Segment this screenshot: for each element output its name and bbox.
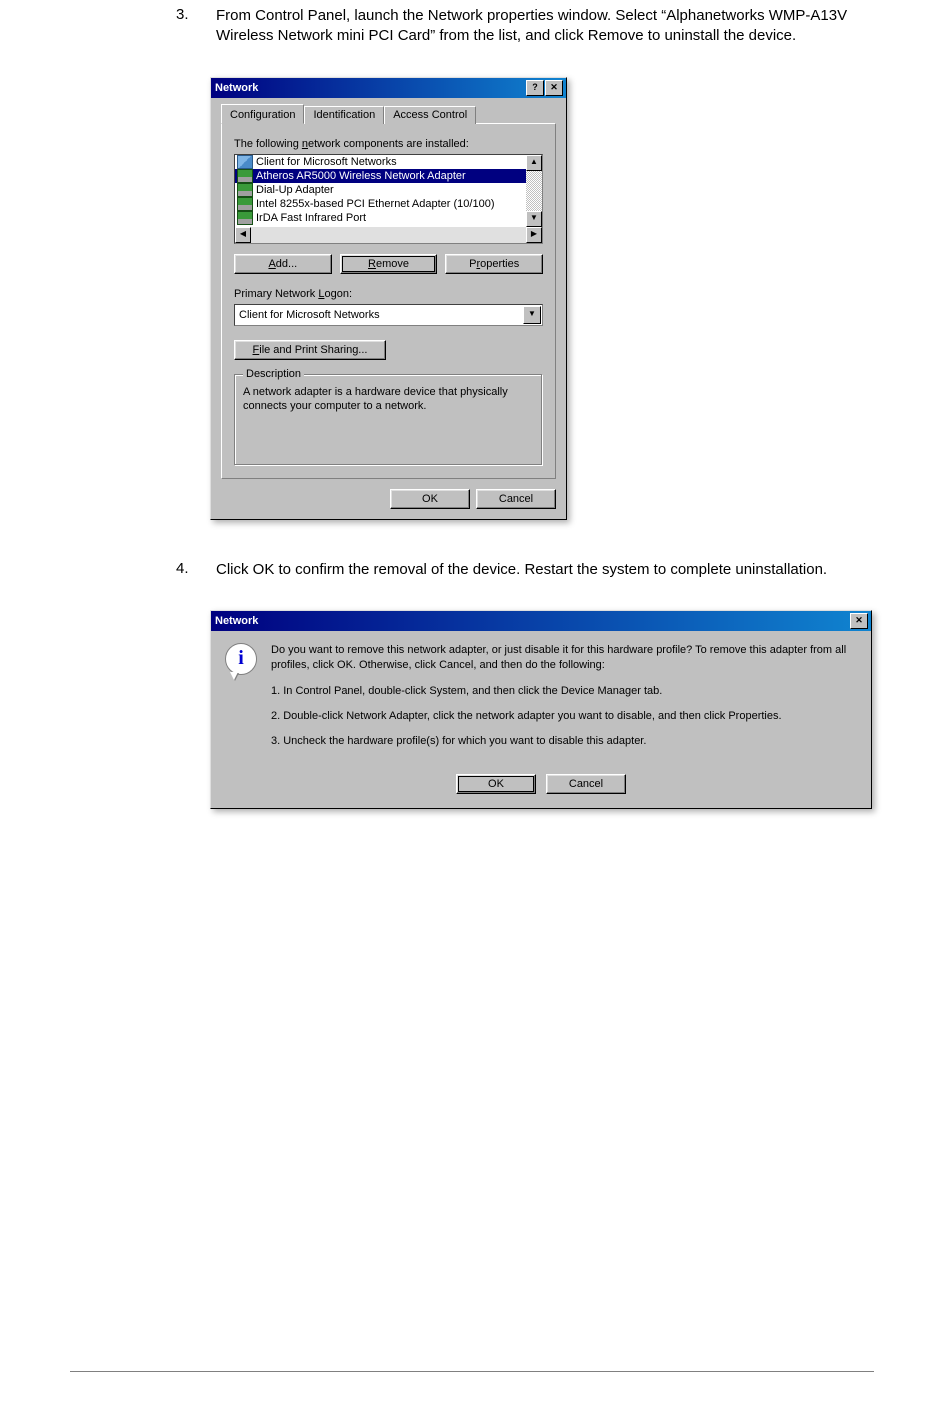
client-icon — [237, 155, 253, 169]
close-button[interactable]: ✕ — [545, 80, 563, 96]
confirm-dialog: Network ✕ i Do you want to remove this n… — [210, 610, 872, 809]
file-print-sharing-button[interactable]: File and Print Sharing... — [234, 340, 386, 360]
list-item[interactable]: IrDA Fast Infrared Port — [235, 211, 526, 225]
primary-logon-value: Client for Microsoft Networks — [239, 309, 380, 321]
tab-strip: Configuration Identification Access Cont… — [221, 106, 556, 124]
scroll-down-icon[interactable]: ▼ — [526, 211, 542, 227]
titlebar: Network ✕ — [211, 611, 871, 631]
description-legend: Description — [243, 368, 304, 380]
horizontal-scrollbar[interactable]: ◀ ▶ — [235, 227, 542, 243]
network-properties-screenshot: Network ? ✕ Configuration Identification… — [210, 77, 874, 520]
cancel-button[interactable]: Cancel — [546, 774, 626, 794]
close-button[interactable]: ✕ — [850, 613, 868, 629]
message-text: Do you want to remove this network adapt… — [271, 643, 857, 760]
step-3-number: 3. — [170, 6, 216, 47]
network-dialog: Network ? ✕ Configuration Identification… — [210, 77, 567, 520]
tab-configuration[interactable]: Configuration — [221, 104, 304, 124]
list-item[interactable]: Intel 8255x-based PCI Ethernet Adapter (… — [235, 197, 526, 211]
ok-button[interactable]: OK — [456, 774, 536, 794]
tab-access-control[interactable]: Access Control — [384, 106, 476, 124]
components-label: The following network components are ins… — [234, 138, 543, 150]
scroll-left-icon[interactable]: ◀ — [235, 227, 251, 243]
cancel-button[interactable]: Cancel — [476, 489, 556, 509]
adapter-icon — [237, 211, 253, 225]
components-listbox[interactable]: Client for Microsoft Networks Atheros AR… — [234, 154, 543, 244]
step-3: 3. From Control Panel, launch the Networ… — [170, 6, 874, 47]
page-footer-rule — [70, 1371, 874, 1372]
remove-button[interactable]: Remove — [340, 254, 438, 274]
info-icon: i — [225, 643, 257, 675]
window-title: Network — [215, 615, 850, 627]
ok-button[interactable]: OK — [390, 489, 470, 509]
scroll-right-icon[interactable]: ▶ — [526, 227, 542, 243]
vertical-scrollbar[interactable]: ▲ ▼ — [526, 155, 542, 227]
tab-identification[interactable]: Identification — [304, 106, 384, 124]
adapter-icon — [237, 197, 253, 211]
list-item-selected[interactable]: Atheros AR5000 Wireless Network Adapter — [235, 169, 526, 183]
description-text: A network adapter is a hardware device t… — [243, 385, 534, 414]
confirm-removal-screenshot: Network ✕ i Do you want to remove this n… — [210, 610, 874, 809]
step-4-text: Click OK to confirm the removal of the d… — [216, 560, 874, 580]
help-button[interactable]: ? — [526, 80, 544, 96]
list-item[interactable]: Client for Microsoft Networks — [235, 155, 526, 169]
configuration-panel: The following network components are ins… — [221, 123, 556, 479]
list-item[interactable]: Dial-Up Adapter — [235, 183, 526, 197]
primary-logon-dropdown[interactable]: Client for Microsoft Networks ▼ — [234, 304, 543, 326]
properties-button[interactable]: Properties — [445, 254, 543, 274]
description-groupbox: Description A network adapter is a hardw… — [234, 374, 543, 466]
step-3-text: From Control Panel, launch the Network p… — [216, 6, 874, 47]
adapter-icon — [237, 183, 253, 197]
step-4-number: 4. — [170, 560, 216, 580]
primary-logon-label: Primary Network Logon: — [234, 288, 543, 300]
add-button[interactable]: Add... — [234, 254, 332, 274]
titlebar: Network ? ✕ — [211, 78, 566, 98]
window-title: Network — [215, 82, 526, 94]
scroll-up-icon[interactable]: ▲ — [526, 155, 542, 171]
chevron-down-icon[interactable]: ▼ — [523, 306, 541, 324]
step-4: 4. Click OK to confirm the removal of th… — [170, 560, 874, 580]
adapter-icon — [237, 169, 253, 183]
